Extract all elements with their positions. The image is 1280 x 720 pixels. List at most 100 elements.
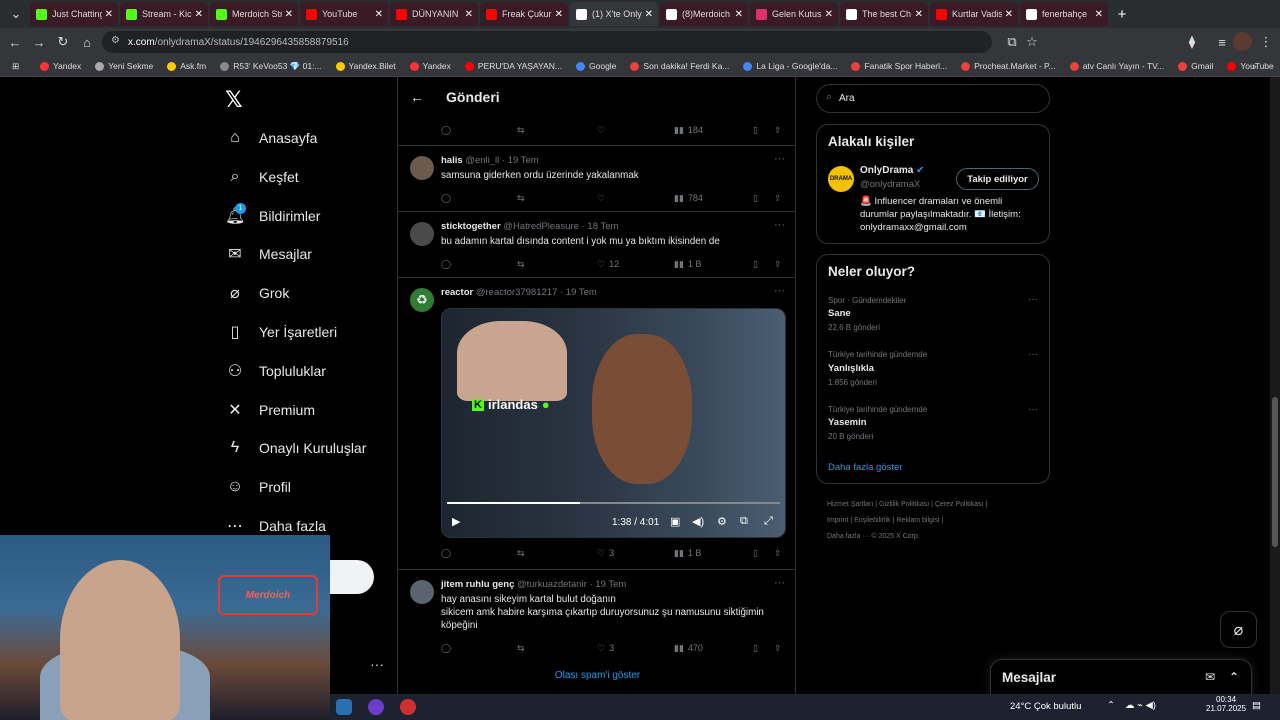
share-icon[interactable]: ⇪ [774,548,782,559]
share-icon[interactable]: ⇪ [774,259,782,270]
show-more-link[interactable]: Daha fazla göster [828,462,902,473]
home-page-icon[interactable]: ⌂ [75,35,99,50]
close-tab-icon[interactable]: ✕ [645,9,653,20]
bookmark-action-icon[interactable]: ▯ [753,259,758,270]
tweet-author[interactable]: halis [441,155,463,166]
star-icon[interactable]: ☆ [1020,34,1044,50]
footer-line[interactable]: Imprint | Erişilebilirlik | Reklam bilgi… [827,513,1047,529]
bookmark-item[interactable]: Google [576,61,616,72]
more-options-icon[interactable]: ··· [1028,349,1038,360]
share-icon[interactable]: ⇪ [774,193,782,204]
views-stat[interactable]: ▮▮ 784 [674,193,703,204]
retweet-icon[interactable]: ⇆ [517,643,525,654]
tweet-author[interactable]: reactor [441,287,473,298]
close-tab-icon[interactable]: ✕ [915,9,923,20]
bookmark-action-icon[interactable]: ▯ [753,643,758,654]
more-bookmarks-icon[interactable]: » [1252,61,1257,71]
browser-tab[interactable]: The best Ch ✕ [840,2,928,26]
footer-line[interactable]: Hizmet Şartları | Gizlilik Politikası | … [827,497,1047,513]
tweet[interactable]: halis @enli_ll · 19 Tem ··· samsuna gide… [398,145,795,211]
bookmark-item[interactable]: Yeni Sekme [95,61,153,72]
bookmark-item[interactable]: Fanatik Spor Haberl... [851,61,947,72]
tweet-handle[interactable]: @reactor37981217 [476,287,557,298]
more-options-icon[interactable]: ··· [774,153,785,165]
tray-expand-icon[interactable]: ⌃ [1107,700,1115,711]
nav-item-mail[interactable]: ✉ Mesajlar [225,239,312,269]
tray-icons[interactable]: ☁ ⌁ ◀) [1125,700,1156,711]
profile-avatar[interactable] [1233,32,1252,51]
back-icon[interactable]: ← [3,35,27,50]
video-progress-bar[interactable] [447,502,780,504]
tweet-author[interactable]: jitem ruhlu genç [441,579,514,590]
retweet-icon[interactable]: ⇆ [517,125,525,136]
forward-icon[interactable]: → [27,35,51,50]
tweet-time[interactable]: 19 Tem [508,155,539,166]
tab-search-icon[interactable]: ⌄ [4,6,28,22]
address-bar[interactable]: ⚙ x.com/onlydramaX/status/19462964358588… [102,31,992,53]
nav-item-home[interactable]: ⌂ Anasayfa [225,123,317,153]
nav-item-person[interactable]: ☺ Profil [225,472,291,502]
bookmark-item[interactable]: Son dakika! Ferdi Ka... [630,61,729,72]
clock[interactable]: 00:34 21.07.2025 [1206,695,1246,713]
browser-tab[interactable]: Kurtlar Vadisi ✕ [930,2,1018,26]
nav-item-grok[interactable]: ⌀ Grok [225,278,289,308]
close-tab-icon[interactable]: ✕ [1005,9,1013,20]
bookmark-item[interactable]: R53' KeVoo53 💎 01:... [220,61,322,72]
new-message-icon[interactable]: ✉ [1205,670,1215,684]
views-stat[interactable]: ▮▮ 1 B [674,548,701,559]
onlydrama-avatar[interactable]: DRAMA [828,166,854,192]
close-tab-icon[interactable]: ✕ [735,9,743,20]
browser-tab[interactable]: Gelen Kutusu ✕ [750,2,838,26]
tweet-handle[interactable]: @enli_ll [465,155,499,166]
tweet-time[interactable]: 19 Tem [595,579,626,590]
reply-icon[interactable]: ◯ [441,259,451,270]
avatar[interactable] [410,222,434,246]
play-icon[interactable]: ▶ [452,515,460,528]
app-icon[interactable] [400,699,416,715]
like-icon[interactable]: ♡ [597,193,605,204]
more-options-icon[interactable]: ··· [1028,294,1038,305]
close-tab-icon[interactable]: ✕ [825,9,833,20]
browser-tab[interactable]: YouTube ✕ [300,2,388,26]
person-handle[interactable]: @onlydramaX [860,179,920,190]
extensions-icon[interactable]: ⧫ [1180,34,1204,50]
video-player[interactable]: Kirlandas ● ▶ 1:38 / 4:01 ▣ ◀) ⚙ ⧉ ⤢ [441,308,786,538]
like-icon[interactable]: ♡ 3 [597,548,614,559]
footer-line[interactable]: Daha fazla ··· © 2025 X Corp. [827,529,1047,545]
bookmark-item[interactable]: La Liga - Google'da... [743,61,837,72]
more-options-icon[interactable]: ··· [774,219,785,231]
bookmark-item[interactable]: Yandex [409,61,451,72]
person-name[interactable]: OnlyDrama ✔ [860,165,925,176]
following-button[interactable]: Takip ediliyor [956,168,1039,190]
bookmark-item[interactable]: Gmail [1178,61,1213,72]
volume-icon[interactable]: ◀) [692,515,704,528]
menu-icon[interactable]: ⋮ [1254,34,1278,50]
nav-item-people[interactable]: ⚇ Topluluklar [225,356,326,386]
browser-tab[interactable]: Just Chatting ✕ [30,2,118,26]
captions-icon[interactable]: ▣ [670,515,680,528]
retweet-icon[interactable]: ⇆ [517,193,525,204]
app-icon[interactable] [336,699,352,715]
bookmark-action-icon[interactable]: ▯ [753,193,758,204]
browser-tab[interactable]: DÜNYANIN ✕ [390,2,478,26]
bookmark-item[interactable]: Yandex [40,61,81,72]
pip-icon[interactable]: ⧉ [740,515,748,528]
tweet-handle[interactable]: @turkuazdetanir [517,579,587,590]
reply-icon[interactable]: ◯ [441,643,451,654]
site-info-icon[interactable]: ⚙ [111,35,120,46]
views-stat[interactable]: ▮▮ 1 B [674,259,701,270]
nav-item-search[interactable]: ⌕ Keşfet [225,162,299,192]
avatar[interactable] [410,156,434,180]
reply-icon[interactable]: ◯ [441,193,451,204]
sidebar-icon[interactable]: ≡ [1210,35,1234,50]
search-input[interactable]: ⌕ Ara [816,84,1050,113]
share-icon[interactable]: ⇪ [774,643,782,654]
nav-item-bell[interactable]: 🔔︎ Bildirimler 1 [225,201,320,231]
views-stat[interactable]: ▮▮ 470 [674,643,703,654]
x-logo-icon[interactable]: 𝕏 [225,87,243,113]
share-icon[interactable]: ⇪ [774,125,782,136]
bookmark-action-icon[interactable]: ▯ [753,125,758,136]
views-stat[interactable]: ▮▮ 184 [674,125,703,136]
browser-tab[interactable]: Stream - Kick ✕ [120,2,208,26]
close-tab-icon[interactable]: ✕ [195,9,203,20]
